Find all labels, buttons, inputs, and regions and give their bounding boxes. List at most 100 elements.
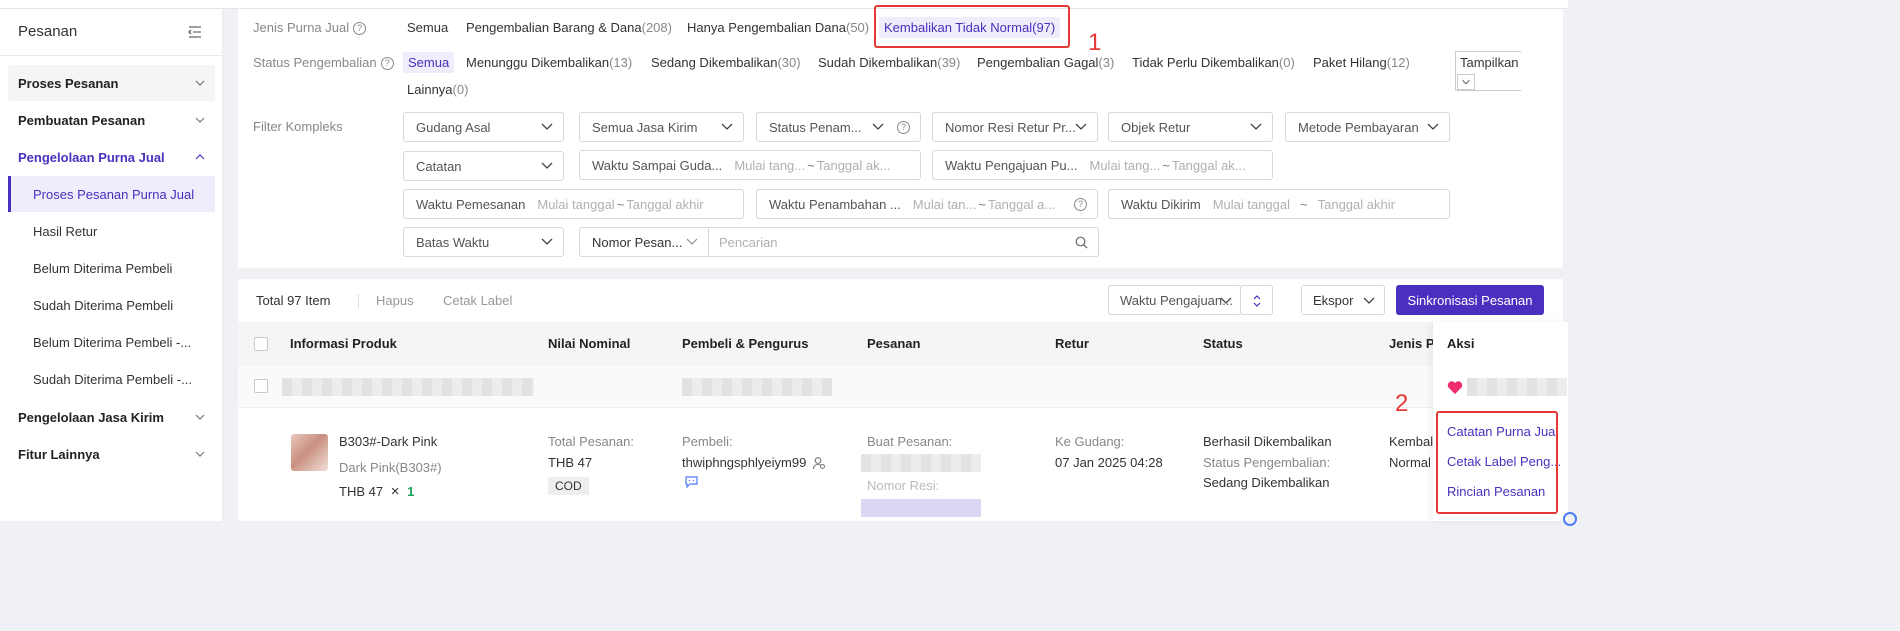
start-date-input[interactable]: Mulai tanggal bbox=[537, 197, 614, 212]
tab-paket-hilang[interactable]: Paket Hilang(12) bbox=[1313, 55, 1410, 70]
chat-icon[interactable] bbox=[685, 476, 698, 488]
sidebar-item-label: Sudah Diterima Pembeli bbox=[33, 297, 174, 313]
tampilkan-toggle[interactable]: Tampilkan bbox=[1455, 51, 1521, 91]
hapus-button[interactable]: Hapus bbox=[376, 293, 414, 308]
collapse-menu-icon[interactable] bbox=[187, 24, 203, 40]
dropdown-value: Semua Jasa Kirim bbox=[592, 119, 698, 135]
search-input[interactable]: Pencarian bbox=[708, 227, 1099, 257]
select-all-checkbox[interactable] bbox=[254, 337, 268, 351]
tab-pengembalian-barang-dana[interactable]: Pengembalian Barang & Dana(208) bbox=[466, 20, 672, 35]
sidebar-subitem-sudah-diterima[interactable]: Sudah Diterima Pembeli bbox=[8, 287, 215, 323]
sidebar-subitem-belum-diterima[interactable]: Belum Diterima Pembeli bbox=[8, 250, 215, 286]
chevron-down-icon bbox=[195, 451, 205, 457]
metode-pembayaran-dropdown[interactable]: Metode Pembayaran bbox=[1285, 112, 1450, 142]
range-label: Waktu Pemesanan bbox=[416, 196, 526, 212]
tampilkan-label: Tampilkan bbox=[1460, 55, 1519, 70]
tab-sedang-dikembalikan[interactable]: Sedang Dikembalikan(30) bbox=[651, 55, 801, 70]
product-variant: Dark Pink(B303#) bbox=[339, 460, 442, 475]
cetak-label-button[interactable]: Cetak Label bbox=[443, 293, 512, 308]
ekspor-button[interactable]: Ekspor bbox=[1301, 285, 1385, 315]
help-icon[interactable]: ? bbox=[380, 57, 394, 70]
nomor-pesanan-type-dropdown[interactable]: Nomor Pesan... bbox=[579, 227, 709, 257]
dropdown-value: Nomor Resi Retur Pr... bbox=[945, 119, 1076, 135]
end-date-input[interactable]: Tanggal ak... bbox=[817, 158, 891, 173]
nomor-resi-retur-dropdown[interactable]: Nomor Resi Retur Pr... bbox=[932, 112, 1098, 142]
end-date-input[interactable]: Tanggal ak... bbox=[1172, 158, 1246, 173]
tab-label: Sudah Dikembalikan bbox=[818, 55, 938, 70]
row-checkbox[interactable] bbox=[254, 379, 268, 393]
start-date-input[interactable]: Mulai tang... bbox=[1090, 158, 1161, 173]
jasa-kirim-dropdown[interactable]: Semua Jasa Kirim bbox=[579, 112, 744, 142]
tab-label: Lainnya bbox=[407, 82, 453, 97]
sidebar-subitem-hasil-retur[interactable]: Hasil Retur bbox=[8, 213, 215, 249]
sidebar-item-fitur-lainnya[interactable]: Fitur Lainnya bbox=[8, 436, 215, 472]
tab-pengembalian-gagal[interactable]: Pengembalian Gagal(3) bbox=[977, 55, 1114, 70]
tab-sudah-dikembalikan[interactable]: Sudah Dikembalikan(39) bbox=[818, 55, 960, 70]
tab-label: Hanya Pengembalian Dana bbox=[687, 20, 846, 35]
waktu-penambahan-range[interactable]: Waktu Penambahan ... Mulai tan... ~ Tanggal… bbox=[756, 189, 1098, 219]
dropdown-value: Gudang Asal bbox=[416, 119, 491, 135]
sidebar-subitem-sudah-diterima-2[interactable]: Sudah Diterima Pembeli -... bbox=[8, 361, 215, 397]
sidebar-item-label: Belum Diterima Pembeli -... bbox=[33, 334, 192, 350]
start-date-input[interactable]: Mulai tanggal bbox=[1213, 197, 1290, 212]
tab-label: Tidak Perlu Dikembalikan bbox=[1132, 55, 1279, 70]
end-date-input[interactable]: Tanggal a... bbox=[988, 197, 1055, 212]
sort-field-dropdown[interactable]: Waktu Pengajuan... bbox=[1108, 285, 1241, 315]
tab-count: (12) bbox=[1386, 55, 1410, 70]
sidebar-subitem-belum-diterima-2[interactable]: Belum Diterima Pembeli -... bbox=[8, 324, 215, 360]
waktu-pemesanan-range[interactable]: Waktu Pemesanan Mulai tanggal ~ Tanggal akh… bbox=[403, 189, 744, 219]
waktu-sampai-gudang-range[interactable]: Waktu Sampai Guda... Mulai tang... ~ Tangga… bbox=[579, 150, 921, 180]
annotation-box-2 bbox=[1436, 411, 1558, 514]
product-name[interactable]: B303#-Dark Pink bbox=[339, 434, 437, 449]
start-date-input[interactable]: Mulai tang... bbox=[734, 158, 805, 173]
sidebar-item-label: Pengelolaan Jasa Kirim bbox=[18, 409, 164, 425]
waktu-dikirim-range[interactable]: Waktu Dikirim Mulai tanggal ~ Tanggal akhir bbox=[1108, 189, 1450, 219]
sidebar-item-label: Belum Diterima Pembeli bbox=[33, 260, 173, 276]
sort-order-toggle[interactable] bbox=[1240, 285, 1273, 315]
start-date-input[interactable]: Mulai tan... bbox=[913, 197, 977, 212]
redacted-link[interactable] bbox=[861, 499, 981, 517]
sidebar-item-pengelolaan-jasa-kirim[interactable]: Pengelolaan Jasa Kirim bbox=[8, 399, 215, 435]
sidebar-item-label: Hasil Retur bbox=[33, 223, 98, 239]
sidebar-item-proses-pesanan[interactable]: Proses Pesanan bbox=[8, 65, 215, 101]
tab-menunggu-dikembalikan[interactable]: Menunggu Dikembalikan(13) bbox=[466, 55, 632, 70]
objek-retur-dropdown[interactable]: Objek Retur bbox=[1108, 112, 1273, 142]
help-icon[interactable]: ? bbox=[1074, 198, 1087, 211]
waktu-pengajuan-range[interactable]: Waktu Pengajuan Pu... Mulai tang... ~ Tangg… bbox=[932, 150, 1273, 180]
user-icon[interactable] bbox=[812, 456, 826, 470]
range-separator: ~ bbox=[1162, 157, 1170, 173]
sinkronisasi-pesanan-button[interactable]: Sinkronisasi Pesanan bbox=[1396, 285, 1544, 315]
sort-label: Waktu Pengajuan... bbox=[1120, 292, 1233, 308]
redacted-text bbox=[861, 454, 981, 472]
redacted-text bbox=[682, 378, 832, 396]
ke-gudang-label: Ke Gudang: bbox=[1055, 434, 1125, 449]
sidebar-item-pembuatan-pesanan[interactable]: Pembuatan Pesanan bbox=[8, 102, 215, 138]
tab-count: (39) bbox=[937, 55, 961, 70]
catatan-dropdown[interactable]: Catatan bbox=[403, 151, 564, 181]
column-informasi-produk: Informasi Produk bbox=[290, 336, 397, 351]
product-quantity: 1 bbox=[407, 484, 415, 499]
batas-waktu-dropdown[interactable]: Batas Waktu bbox=[403, 227, 564, 257]
tab-status-semua[interactable]: Semua bbox=[403, 52, 455, 73]
end-date-input[interactable]: Tanggal akhir bbox=[1318, 197, 1395, 212]
help-icon[interactable]: ? bbox=[353, 22, 367, 35]
product-thumbnail[interactable] bbox=[291, 434, 328, 471]
sidebar-item-label: Proses Pesanan Purna Jual bbox=[33, 186, 195, 202]
status-penam-dropdown[interactable]: Status Penam...? bbox=[756, 112, 921, 142]
total-pesanan-label: Total Pesanan: bbox=[548, 434, 635, 449]
gudang-asal-dropdown[interactable]: Gudang Asal bbox=[403, 112, 564, 142]
tab-jenis-semua[interactable]: Semua bbox=[407, 20, 448, 35]
chevron-down-icon bbox=[872, 123, 884, 130]
column-retur: Retur bbox=[1055, 336, 1089, 351]
sidebar-item-pengelolaan-purna-jual[interactable]: Pengelolaan Purna Jual bbox=[8, 139, 215, 175]
range-label: Waktu Sampai Guda... bbox=[592, 157, 723, 173]
label-text: Jenis Purna Jual bbox=[253, 20, 350, 35]
tab-tidak-perlu-dikembalikan[interactable]: Tidak Perlu Dikembalikan(0) bbox=[1132, 55, 1295, 70]
search-icon[interactable] bbox=[1075, 236, 1088, 249]
tab-hanya-pengembalian-dana[interactable]: Hanya Pengembalian Dana(50) bbox=[687, 20, 869, 35]
help-icon[interactable]: ? bbox=[897, 121, 910, 134]
tab-lainnya[interactable]: Lainnya(0) bbox=[407, 82, 468, 97]
end-date-input[interactable]: Tanggal akhir bbox=[626, 197, 703, 212]
sidebar-subitem-proses-purna-jual[interactable]: Proses Pesanan Purna Jual bbox=[8, 176, 215, 212]
product-price-qty: THB 47 × 1 bbox=[339, 483, 414, 500]
